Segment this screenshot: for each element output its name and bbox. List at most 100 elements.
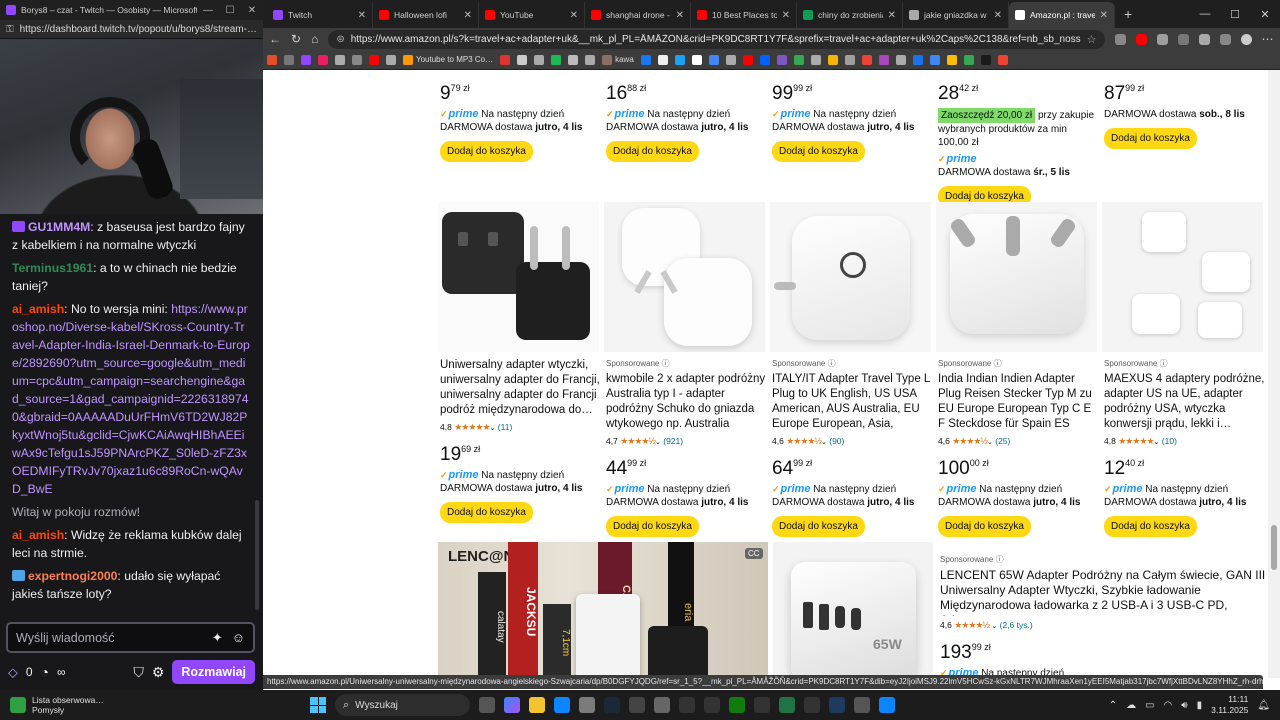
wifi-icon[interactable]: ◠ — [1164, 700, 1173, 711]
rating-count[interactable]: (90) — [829, 436, 844, 446]
bookmark-item[interactable] — [963, 54, 974, 65]
browser-tab[interactable]: Halloween lofi ✕ — [373, 2, 479, 28]
add-to-cart-button[interactable]: Dodaj do koszyka — [938, 516, 1031, 537]
app-icon[interactable] — [804, 697, 820, 713]
bookmark-item[interactable] — [725, 54, 736, 65]
notification-icon[interactable]: 🔔︎ — [1257, 700, 1270, 711]
chat-link[interactable]: https://www.proshop.no/Diverse-kabel/SKr… — [12, 302, 250, 496]
extension-icon[interactable] — [1177, 33, 1189, 45]
scrollbar-thumb[interactable] — [1271, 525, 1277, 570]
browser-tab[interactable]: jakie gniazdka w chin ✕ — [903, 2, 1009, 28]
bits-icon[interactable]: ⬦ — [8, 664, 18, 681]
close-icon[interactable]: ✕ — [241, 5, 263, 16]
rating-count[interactable]: (11) — [498, 422, 513, 432]
bookmark-item[interactable] — [657, 54, 668, 65]
close-icon[interactable]: ✕ — [1250, 8, 1280, 21]
channel-points[interactable]: 0 — [26, 665, 33, 679]
minimize-icon[interactable]: — — [197, 5, 219, 16]
chevron-up-icon[interactable]: ⌃ — [1109, 700, 1117, 711]
maps-icon[interactable] — [654, 697, 670, 713]
bookmark-item[interactable] — [912, 54, 923, 65]
add-to-cart-button[interactable]: Dodaj do koszyka — [1104, 128, 1197, 149]
bookmark-item[interactable] — [997, 54, 1008, 65]
taskbar-search[interactable]: ⌕ Wyszukaj — [335, 694, 470, 716]
bookmark-item[interactable] — [844, 54, 855, 65]
minimize-icon[interactable]: — — [1190, 8, 1220, 20]
app-icon[interactable] — [629, 697, 645, 713]
bookmark-item[interactable] — [640, 54, 651, 65]
display-icon[interactable]: ▭ — [1145, 700, 1154, 711]
tab-close-icon[interactable]: ✕ — [994, 10, 1002, 21]
bookmark-item[interactable] — [861, 54, 872, 65]
onedrive-icon[interactable]: ☁ — [1126, 700, 1136, 711]
terminal-icon[interactable] — [679, 697, 695, 713]
twitch-url[interactable]: https://dashboard.twitch.tv/popout/u/bor… — [20, 24, 263, 35]
bookmark-item[interactable] — [827, 54, 838, 65]
app-icon[interactable] — [754, 697, 770, 713]
bookmark-item[interactable] — [301, 54, 311, 65]
app-icon[interactable] — [829, 697, 845, 713]
more-icon[interactable]: ⋯ — [1262, 32, 1274, 46]
bookmark-item[interactable] — [793, 54, 804, 65]
bookmark-item[interactable] — [878, 54, 889, 65]
browser-tab[interactable]: shanghai drone - You ✕ — [585, 2, 691, 28]
chat-username[interactable]: ai_amish — [12, 302, 64, 316]
chat-username[interactable]: expertnogi2000 — [28, 569, 117, 583]
bookmark-item[interactable] — [352, 54, 362, 65]
browser-tab[interactable]: 10 Best Places to Visi ✕ — [691, 2, 797, 28]
bookmark-item[interactable]: Youtube to MP3 Co… — [403, 54, 493, 65]
chat-username[interactable]: GU1MM4M — [28, 220, 90, 234]
bookmark-item[interactable] — [284, 54, 294, 65]
task-view-icon[interactable] — [479, 697, 495, 713]
tab-close-icon[interactable]: ✕ — [570, 10, 578, 21]
browser-tab[interactable]: YouTube ✕ — [479, 2, 585, 28]
bookmark-item[interactable] — [551, 54, 562, 65]
rating[interactable]: 4,7 ★★★★½⌄ (921) — [606, 436, 767, 447]
bookmark-item[interactable] — [568, 54, 579, 65]
product-title[interactable]: kwmobile 2 x adapter podróżny Australia … — [606, 372, 767, 432]
page-scrollbar[interactable] — [1268, 70, 1280, 678]
steam-icon[interactable] — [604, 697, 620, 713]
rating[interactable]: 4,8 ★★★★★⌄ (10) — [1104, 436, 1265, 447]
rating-count[interactable]: (2,6 tys.) — [1000, 620, 1033, 630]
tab-close-icon[interactable]: ✕ — [358, 10, 366, 21]
browser-tab[interactable]: Amazon.pl : travel a ✕ — [1009, 2, 1115, 28]
gear-icon[interactable]: ⚙ — [152, 664, 165, 681]
extension-icon[interactable] — [1135, 33, 1147, 45]
product-image[interactable] — [604, 202, 765, 352]
clock[interactable]: 11:11 3.11.2025 — [1211, 694, 1248, 716]
tab-close-icon[interactable]: ✕ — [782, 10, 790, 21]
app-icon[interactable] — [704, 697, 720, 713]
bookmark-item[interactable] — [946, 54, 957, 65]
new-tab-button[interactable]: + — [1115, 6, 1141, 28]
product-image-lencent-cube[interactable]: 65W — [773, 542, 933, 678]
home-icon[interactable]: ⌂ — [311, 32, 318, 46]
bookmark-item[interactable] — [674, 54, 685, 65]
excel-icon[interactable] — [779, 697, 795, 713]
sponsored-label[interactable]: Sponsorowane — [938, 358, 1099, 369]
tab-close-icon[interactable]: ✕ — [888, 10, 896, 21]
chat-username[interactable]: Terminus1961 — [12, 261, 93, 275]
back-icon[interactable]: ← — [269, 32, 281, 46]
bookmark-item[interactable] — [335, 54, 345, 65]
rating[interactable]: 4,6 ★★★★½ ⌄ (2,6 tys.) — [940, 620, 1270, 631]
bookmark-item[interactable] — [369, 54, 379, 65]
edge-icon[interactable] — [554, 697, 570, 713]
product-title[interactable]: MAEXUS 4 adaptery podróżne, adapter US n… — [1104, 372, 1265, 432]
bookmark-item[interactable] — [500, 54, 511, 65]
bookmark-item[interactable] — [895, 54, 906, 65]
battery-icon[interactable]: ▮ — [1197, 700, 1203, 711]
add-to-cart-button[interactable]: Dodaj do koszyka — [440, 141, 533, 162]
product-image[interactable] — [1102, 202, 1263, 352]
rating[interactable]: 4,6 ★★★★½⌄ (90) — [772, 436, 933, 447]
chat-username[interactable]: ai_amish — [12, 528, 64, 542]
bookmark-item[interactable] — [517, 54, 528, 65]
extension-icon[interactable] — [1156, 33, 1168, 45]
chat-scrollbar[interactable] — [255, 500, 259, 610]
chevron-down-icon[interactable]: ⌄ — [821, 439, 827, 446]
twitch-address-bar[interactable]: ⚿ https://dashboard.twitch.tv/popout/u/b… — [0, 20, 263, 39]
address-url[interactable]: https://www.amazon.pl/s?k=travel+ac+adap… — [351, 34, 1081, 45]
add-to-cart-button[interactable]: Dodaj do koszyka — [772, 141, 865, 162]
emote-icon[interactable]: ☺ — [232, 630, 245, 645]
add-to-cart-button[interactable]: Dodaj do koszyka — [440, 502, 533, 523]
